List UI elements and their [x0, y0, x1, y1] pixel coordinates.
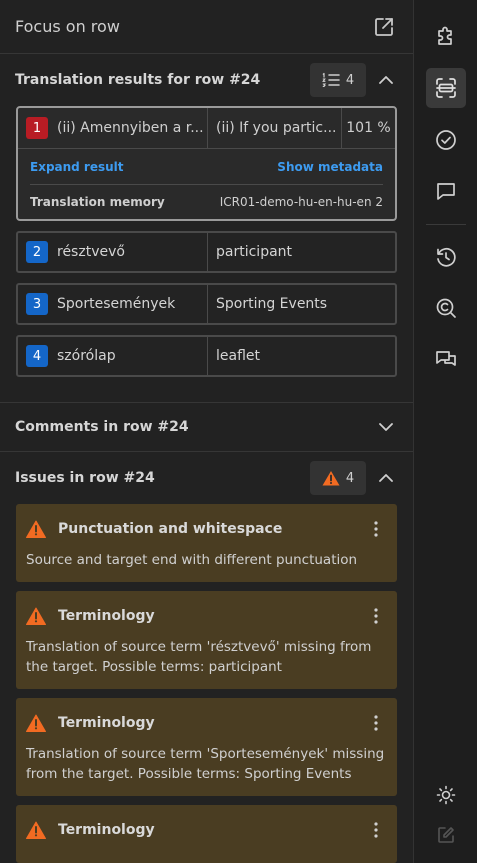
issue-card[interactable]: Terminology Translation of source term '…: [16, 591, 397, 689]
issues-count: 4: [345, 470, 355, 486]
issues-list: Punctuation and whitespace Source and ta…: [0, 504, 413, 863]
result-target-cell: (ii) If you partic...: [208, 108, 342, 148]
chevron-up-icon[interactable]: [374, 466, 398, 490]
conversation-icon[interactable]: [426, 340, 466, 380]
result-source-cell: 2 résztvevő: [18, 233, 208, 271]
issue-card[interactable]: Terminology Translation of source term '…: [16, 698, 397, 796]
results-count: 4: [345, 72, 355, 88]
sun-icon[interactable]: [426, 775, 466, 815]
warning-icon: [26, 607, 46, 625]
result-row[interactable]: 3 Sportesemények Sporting Events: [16, 283, 397, 325]
translation-results-list: 1 (ii) Amennyiben a r... (ii) If you par…: [0, 106, 413, 377]
translation-results-header[interactable]: Translation results for row #24 4: [0, 54, 413, 106]
translation-results-title: Translation results for row #24: [15, 72, 261, 88]
result-source-cell: 3 Sportesemények: [18, 285, 208, 323]
puzzle-icon[interactable]: [426, 16, 466, 56]
results-count-badge: 4: [310, 63, 366, 97]
history-icon[interactable]: [426, 237, 466, 277]
warning-icon: [322, 471, 340, 486]
result-details: Expand result Show metadata Translation …: [18, 148, 395, 219]
edit-icon[interactable]: [426, 815, 466, 855]
issue-card[interactable]: Punctuation and whitespace Source and ta…: [16, 504, 397, 582]
tm-label: Translation memory: [30, 195, 165, 209]
chevron-down-icon[interactable]: [374, 415, 398, 439]
comments-header[interactable]: Comments in row #24: [0, 403, 413, 451]
result-index: 2: [26, 241, 48, 263]
toolbar-divider: [426, 224, 466, 225]
warning-icon: [26, 520, 46, 538]
result-source-text: résztvevő: [57, 244, 125, 260]
result-source-text: szórólap: [57, 348, 116, 364]
issue-card[interactable]: Terminology: [16, 805, 397, 863]
issue-title: Terminology: [58, 715, 155, 731]
result-source-text: Sportesemények: [57, 296, 176, 312]
issues-count-badge: 4: [310, 461, 366, 495]
issue-title: Terminology: [58, 608, 155, 624]
chevron-up-icon[interactable]: [374, 68, 398, 92]
result-row[interactable]: 4 szórólap leaflet: [16, 335, 397, 377]
result-source-cell: 1 (ii) Amennyiben a r...: [18, 108, 208, 148]
warning-icon: [26, 714, 46, 732]
search-check-icon[interactable]: [426, 288, 466, 328]
more-options-icon[interactable]: [367, 605, 385, 627]
check-circle-icon[interactable]: [426, 120, 466, 160]
issue-description: Translation of source term 'résztvevő' m…: [26, 639, 372, 675]
issue-title: Punctuation and whitespace: [58, 521, 283, 537]
panel-title: Focus on row: [15, 17, 120, 36]
result-index: 4: [26, 345, 48, 367]
result-index: 3: [26, 293, 48, 315]
warning-icon: [26, 821, 46, 839]
numbered-list-icon: [322, 72, 340, 88]
focus-panel: Focus on row Translation results for row…: [0, 0, 413, 863]
expand-result-link[interactable]: Expand result: [30, 160, 124, 174]
comments-title: Comments in row #24: [15, 419, 189, 435]
result-row[interactable]: 2 résztvevő participant: [16, 231, 397, 273]
more-options-icon[interactable]: [367, 712, 385, 734]
more-options-icon[interactable]: [367, 819, 385, 841]
issue-title: Terminology: [58, 822, 155, 838]
match-percentage: 101 %: [346, 120, 391, 136]
result-target-text: (ii) If you partic...: [216, 120, 337, 136]
more-options-icon[interactable]: [367, 518, 385, 540]
result-source-text: (ii) Amennyiben a r...: [57, 120, 204, 136]
comment-icon[interactable]: [426, 171, 466, 211]
result-card-selected[interactable]: 1 (ii) Amennyiben a r... (ii) If you par…: [16, 106, 397, 221]
result-index: 1: [26, 117, 48, 139]
row-focus-icon[interactable]: [426, 68, 466, 108]
result-target-text: Sporting Events: [216, 296, 328, 312]
tm-value: ICR01-demo-hu-en-hu-en 2: [219, 195, 383, 209]
result-target-text: participant: [216, 244, 293, 260]
external-link-icon[interactable]: [373, 16, 395, 38]
panel-header: Focus on row: [0, 0, 413, 54]
show-metadata-link[interactable]: Show metadata: [277, 160, 383, 174]
result-target-text: leaflet: [216, 348, 261, 364]
issue-description: Translation of source term 'Sportesemény…: [26, 746, 385, 782]
side-toolbar: [413, 0, 477, 863]
issue-description: Source and target end with different pun…: [26, 552, 358, 568]
result-row[interactable]: 1 (ii) Amennyiben a r... (ii) If you par…: [18, 108, 395, 148]
issues-title: Issues in row #24: [15, 470, 155, 486]
issues-header[interactable]: Issues in row #24 4: [0, 452, 413, 504]
result-source-cell: 4 szórólap: [18, 337, 208, 375]
